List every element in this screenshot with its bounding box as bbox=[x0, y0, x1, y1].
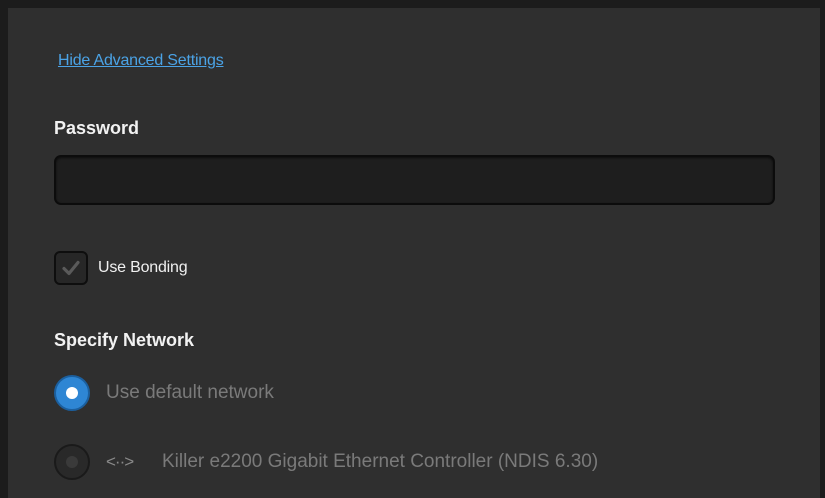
advanced-settings-panel: Hide Advanced Settings Password Use Bond… bbox=[0, 0, 825, 498]
checkmark-icon bbox=[62, 260, 80, 276]
use-bonding-checkbox[interactable] bbox=[54, 251, 88, 285]
password-label: Password bbox=[54, 118, 140, 138]
radio-unselected-dot bbox=[66, 456, 78, 468]
default-network-label: Use default network bbox=[106, 382, 274, 403]
password-input[interactable] bbox=[54, 155, 775, 205]
network-adapter-icon: <··> bbox=[106, 452, 134, 471]
radio-selected-dot bbox=[66, 387, 78, 399]
specify-network-label: Specify Network bbox=[54, 330, 195, 350]
use-bonding-checkbox-row[interactable]: Use Bonding bbox=[54, 249, 188, 287]
ethernet-controller-radio[interactable] bbox=[54, 444, 90, 480]
default-network-option[interactable]: Use default network bbox=[54, 373, 274, 413]
ethernet-controller-label: Killer e2200 Gigabit Ethernet Controller… bbox=[162, 451, 599, 472]
use-bonding-label: Use Bonding bbox=[98, 259, 188, 276]
ethernet-controller-option[interactable]: <··> Killer e2200 Gigabit Ethernet Contr… bbox=[54, 442, 598, 482]
default-network-radio[interactable] bbox=[54, 375, 90, 411]
hide-advanced-settings-link[interactable]: Hide Advanced Settings bbox=[58, 52, 224, 70]
